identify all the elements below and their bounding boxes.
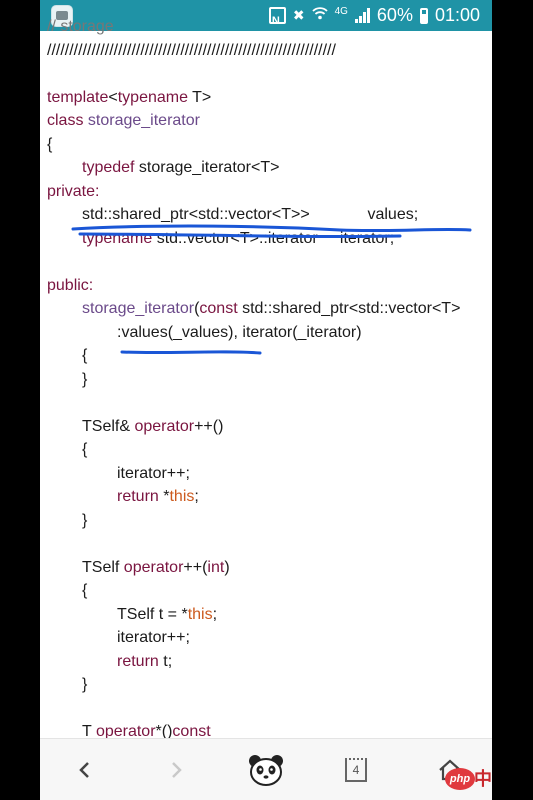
code-line: TSelf& operator++() [47, 415, 492, 439]
panda-menu-button[interactable] [236, 739, 296, 800]
code-token: typename [82, 229, 153, 247]
code-line: iterator++; [47, 462, 492, 486]
php-logo: php [445, 768, 475, 790]
code-token: return [117, 652, 159, 670]
code-token: { [82, 582, 88, 599]
code-token: iterator++; [117, 629, 190, 646]
code-line: public: [47, 274, 492, 298]
code-token: * [158, 488, 170, 505]
code-token: { [82, 347, 88, 364]
code-line: // storage [47, 15, 492, 39]
code-line: typedef storage_iterator<T> [47, 156, 492, 180]
code-token: storage_iterator [87, 112, 200, 129]
code-token: ; [194, 488, 199, 505]
bottom-navigation-bar: 4 [40, 738, 492, 800]
code-token: typedef [82, 159, 135, 176]
code-token: { [82, 441, 88, 458]
php-cn-text: 中 [474, 769, 492, 789]
code-token: ; [212, 605, 218, 623]
code-token: T> [187, 88, 212, 106]
code-line: return t; [47, 650, 492, 674]
code-line: iterator++; [47, 626, 492, 650]
phone-screen: ✖ 4G 60% 01:00 // storage///////////////… [40, 0, 492, 800]
code-token: t; [158, 652, 173, 670]
panda-icon [249, 755, 283, 786]
code-token: } [82, 676, 88, 693]
code-listing: // storage //////////////////////////////… [47, 15, 492, 744]
code-token: class [47, 112, 84, 129]
code-line: } [47, 673, 492, 697]
chevron-right-icon [172, 762, 182, 778]
code-token: ++() [194, 417, 224, 435]
code-token: template [47, 88, 109, 106]
code-line: } [47, 368, 492, 392]
code-token: ) [224, 558, 230, 576]
code-token: iterator++; [117, 464, 190, 482]
code-line: storage_iterator(const std::shared_ptr<s… [47, 297, 492, 321]
code-token: storage_iterator<T> [134, 159, 280, 176]
code-token: TSelf t = * [117, 605, 188, 623]
code-token: std::shared_ptr<std::vector<T> [237, 300, 461, 317]
code-line: { [47, 344, 492, 368]
code-line: { [47, 579, 492, 603]
code-token: } [82, 511, 88, 529]
code-token: this [187, 605, 213, 623]
chevron-left-icon [79, 762, 89, 778]
code-line: std::shared_ptr<std::vector<T>> values; [47, 203, 492, 227]
code-line: { [47, 438, 492, 462]
code-line: return *this; [47, 485, 492, 509]
code-token: private: [47, 182, 100, 200]
code-token: this [169, 488, 195, 505]
forward-button[interactable] [146, 739, 206, 800]
code-line: } [47, 509, 492, 533]
code-line: TSelf t = *this; [47, 603, 492, 627]
code-line: typename std::vector<T>::iterator iterat… [47, 227, 492, 251]
code-line: :values(_values), iterator(_iterator) [47, 321, 492, 345]
code-token: storage_iterator [82, 300, 195, 317]
code-line: template<typename T> [47, 86, 492, 110]
code-token: TSelf [82, 558, 124, 576]
code-token: std::vector<T>::iterator iterator; [152, 229, 395, 247]
code-line: TSelf operator++(int) [47, 556, 492, 580]
code-token: const [199, 300, 238, 317]
code-token: int [207, 558, 225, 576]
code-token: // storage [47, 18, 114, 35]
tabs-count: 4 [345, 758, 367, 782]
code-token: ++( [183, 558, 208, 576]
code-token: operator [134, 417, 195, 435]
code-token: std::shared_ptr<std::vector<T>> values; [82, 206, 419, 223]
code-line: class storage_iterator [47, 109, 492, 133]
code-token: TSelf& [82, 417, 135, 435]
code-line: ////////////////////////////////////////… [47, 39, 492, 63]
code-token: < [108, 88, 118, 106]
code-token: return [117, 488, 159, 505]
code-line: private: [47, 180, 492, 204]
code-token: { [47, 135, 53, 153]
code-token: typename [117, 88, 188, 106]
code-token: :values(_values), iterator(_iterator) [117, 323, 362, 341]
tabs-button[interactable]: 4 [326, 739, 386, 800]
code-line: { [47, 133, 492, 157]
code-token: } [82, 370, 88, 388]
back-button[interactable] [55, 739, 115, 800]
code-token: ////////////////////////////////////////… [47, 41, 336, 59]
code-token: operator [123, 558, 184, 576]
code-token: public: [47, 276, 94, 294]
